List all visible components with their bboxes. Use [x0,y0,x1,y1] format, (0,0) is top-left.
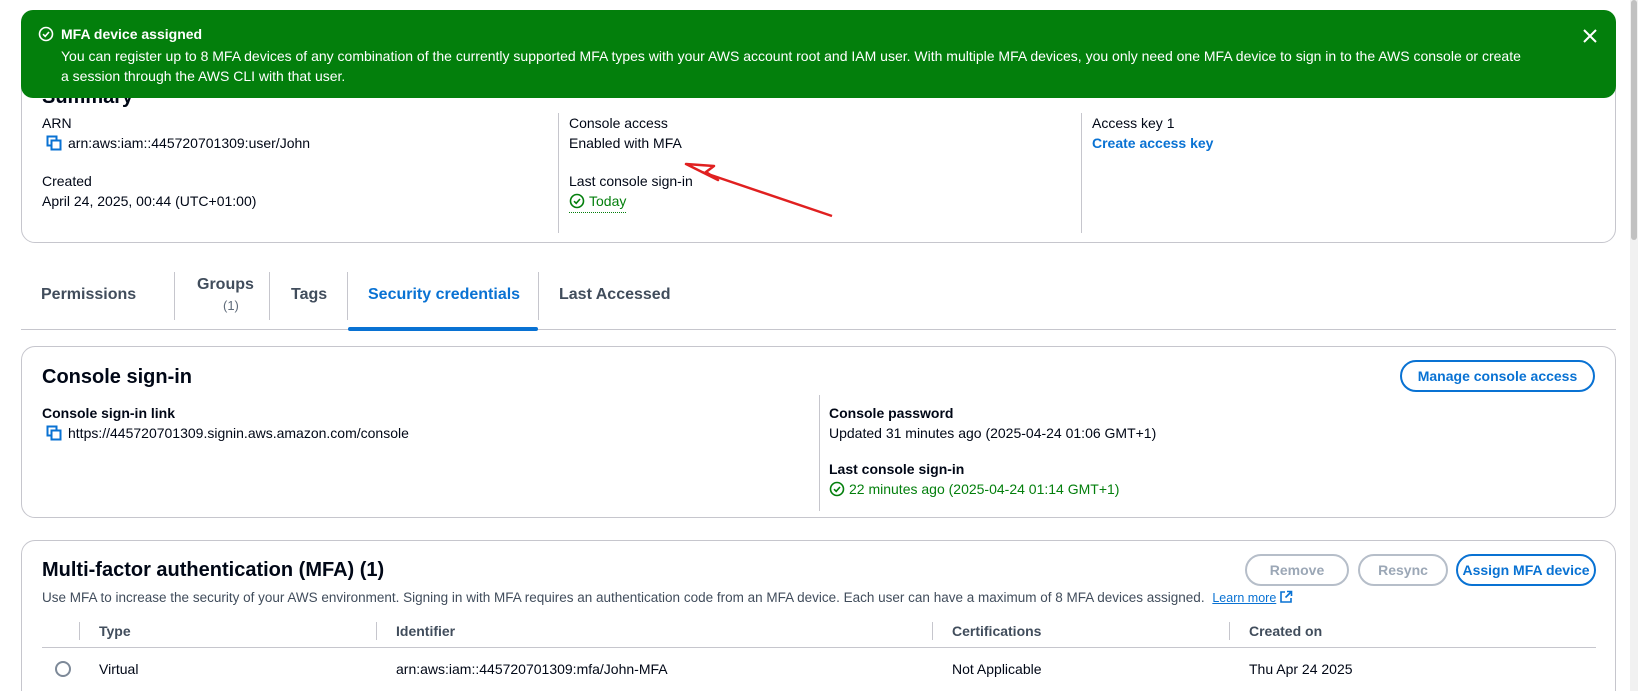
last-console-signin-row: 22 minutes ago (2025-04-24 01:14 GMT+1) [829,479,1529,499]
flash-message: You can register up to 8 MFA devices of … [61,48,1521,84]
column-divider [79,622,80,640]
tab-label: Last Accessed [559,286,671,303]
signin-link-column: Console sign-in link https://44572070130… [42,403,822,443]
console-password-value: Updated 31 minutes ago (2025-04-24 01:06… [829,425,1157,441]
tab-label: Groups [197,276,254,293]
column-divider [932,622,933,640]
signin-link-value: https://445720701309.signin.aws.amazon.c… [68,425,409,441]
cell-created-on: Thu Apr 24 2025 [1249,661,1353,677]
last-signin-status[interactable]: Today [569,191,627,213]
table-row[interactable]: Virtual arn:aws:iam::445720701309:mfa/Jo… [42,649,1596,689]
summary-column-access-key: Access key 1 Create access key [1081,113,1601,233]
mfa-table-header: Type Identifier Certifications Created o… [42,614,1596,648]
arn-label: ARN [42,115,72,131]
tab-groups[interactable]: Groups (1) [191,262,261,329]
last-console-signin-label: Last console sign-in [829,461,965,477]
console-signin-title: Console sign-in [42,366,192,388]
resync-button[interactable]: Resync [1358,554,1448,586]
console-access-value: Enabled with MFA [569,135,682,151]
create-access-key-link[interactable]: Create access key [1092,133,1601,153]
tab-divider [538,272,539,320]
check-circle-icon [569,193,585,209]
learn-more-link[interactable]: Learn more [1212,590,1293,605]
column-header-type[interactable]: Type [99,623,131,639]
created-label: Created [42,173,92,189]
flash-title: MFA device assigned [61,26,203,42]
arn-value: arn:aws:iam::445720701309:user/John [68,135,311,151]
console-password-column: Console password Updated 31 minutes ago … [829,403,1529,499]
tab-bar: Permissions Groups (1) Tags Security cre… [21,262,1616,331]
console-signin-card: Console sign-in Manage console access Co… [21,346,1616,518]
manage-console-access-button[interactable]: Manage console access [1400,360,1595,392]
mfa-card: Multi-factor authentication (MFA) (1) Re… [21,540,1616,691]
signin-link-row: https://445720701309.signin.aws.amazon.c… [46,423,822,443]
cell-type: Virtual [99,661,139,677]
tab-permissions[interactable]: Permissions [41,262,151,329]
column-header-certifications[interactable]: Certifications [952,623,1041,639]
signin-link-label: Console sign-in link [42,405,176,421]
mfa-title: Multi-factor authentication (MFA) (1) [42,559,385,581]
copy-icon[interactable] [46,425,62,441]
page-scrollbar[interactable] [1630,0,1638,691]
cell-identifier: arn:aws:iam::445720701309:mfa/John-MFA [396,661,668,677]
tab-label: Permissions [41,286,137,303]
arn-row: arn:aws:iam::445720701309:user/John [46,133,542,153]
annotation-arrow-icon [684,162,833,218]
check-circle-icon [829,481,845,497]
last-signin-value: Today [589,193,627,209]
mfa-description: Use MFA to increase the security of your… [42,590,1293,605]
assign-mfa-device-button[interactable]: Assign MFA device [1456,554,1596,586]
last-console-signin-value: 22 minutes ago (2025-04-24 01:14 GMT+1) [849,481,1120,497]
tab-last-accessed[interactable]: Last Accessed [559,262,679,329]
created-value: April 24, 2025, 00:44 (UTC+01:00) [42,193,257,209]
summary-column-arn: ARN arn:aws:iam::445720701309:user/John … [42,113,542,233]
external-link-icon [1280,590,1293,603]
scrollbar-thumb[interactable] [1631,0,1637,240]
access-key-label: Access key 1 [1092,115,1175,131]
tab-security-credentials[interactable]: Security credentials [348,262,538,331]
column-header-created-on[interactable]: Created on [1249,623,1322,639]
check-circle-icon [38,26,54,42]
mfa-description-text: Use MFA to increase the security of your… [42,590,1205,605]
remove-button[interactable]: Remove [1245,554,1349,586]
tab-label: Security credentials [368,286,521,303]
column-divider [819,395,820,511]
column-divider [376,622,377,640]
tab-divider [269,272,270,320]
console-access-label: Console access [569,115,668,131]
column-header-identifier[interactable]: Identifier [396,623,455,639]
success-flash-banner: MFA device assigned You can register up … [21,10,1616,98]
tab-count: (1) [223,298,239,313]
tab-tags[interactable]: Tags [291,262,341,329]
console-password-label: Console password [829,405,954,421]
row-select-radio[interactable] [55,661,71,677]
column-divider [1229,622,1230,640]
tab-divider [174,272,175,320]
cell-certifications: Not Applicable [952,661,1042,677]
tab-label: Tags [291,286,328,303]
close-icon[interactable] [1582,28,1598,44]
learn-more-label: Learn more [1212,591,1277,605]
copy-icon[interactable] [46,135,62,151]
